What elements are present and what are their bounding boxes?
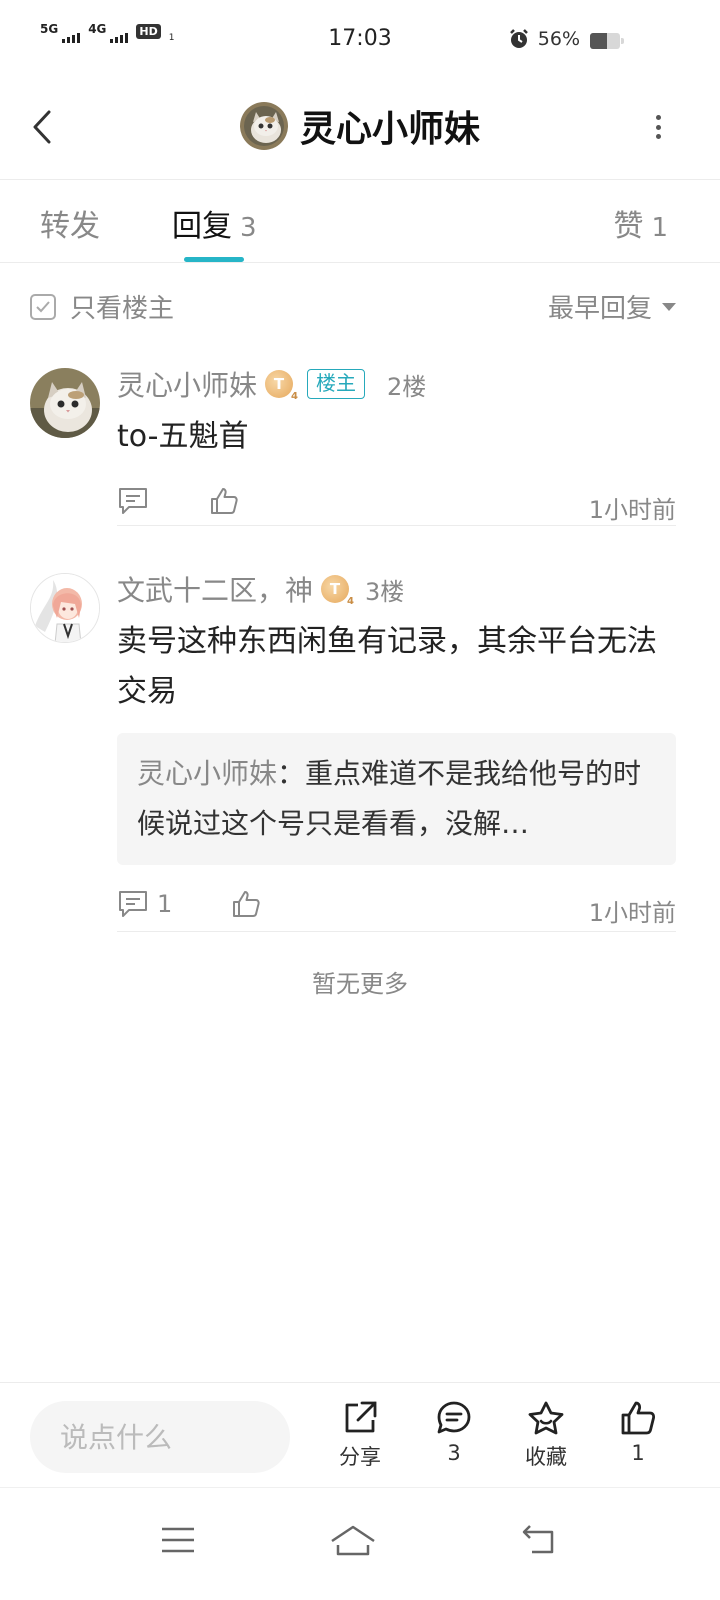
comment-total: 3 (447, 1441, 461, 1465)
like-button[interactable] (231, 889, 261, 919)
share-button[interactable]: 分享 (325, 1399, 395, 1471)
divider (117, 931, 676, 932)
tab-bar: 转发 回复 3 赞1 (0, 181, 720, 263)
page-title: 灵心小师妹 (299, 109, 480, 150)
collect-label: 收藏 (525, 1445, 567, 1469)
home-icon (331, 1525, 375, 1556)
only-op-checkbox[interactable]: 只看楼主 (30, 288, 174, 325)
username[interactable]: 灵心小师妹 (117, 364, 257, 404)
like-total-button[interactable]: 1 (603, 1399, 673, 1465)
share-label: 分享 (339, 1445, 381, 1469)
reply-time: 1小时前 (588, 496, 676, 524)
status-bar: 5G 4G HD 1 17:03 56% (0, 0, 720, 80)
reply-meta: 文武十二区，神 T 4 3楼 (117, 571, 676, 607)
avatar[interactable] (239, 102, 288, 150)
reply-count: 3 (240, 213, 257, 243)
star-icon (528, 1401, 564, 1435)
header-user[interactable]: 灵心小师妹 (0, 100, 720, 152)
like-total: 1 (631, 1441, 645, 1465)
level-badge: T 4 (321, 575, 354, 607)
op-badge: 楼主 (307, 369, 366, 399)
bottom-action-bar: 分享 3 收藏 1 (0, 1382, 720, 1487)
alarm-icon (509, 29, 528, 48)
share-icon (345, 1401, 377, 1433)
comment-icon (119, 488, 147, 514)
comment-icon (437, 1401, 471, 1434)
divider (117, 525, 676, 526)
filter-row: 只看楼主 最早回复 (0, 272, 720, 332)
battery-fill (590, 33, 607, 49)
sort-dropdown[interactable]: 最早回复 (548, 288, 676, 325)
reply-actions: 1 1小时前 (117, 881, 676, 931)
battery-icon (590, 33, 620, 49)
collect-button[interactable]: 收藏 (511, 1399, 581, 1471)
quoted-reply[interactable]: 灵心小师妹：重点难道不是我给他号的时候说过这个号只是看看，没解… (117, 733, 676, 865)
top-header: 灵心小师妹 (0, 80, 720, 180)
floor-number: 3楼 (365, 577, 405, 606)
more-button[interactable] (648, 110, 668, 144)
avatar[interactable] (30, 368, 100, 438)
return-button[interactable] (508, 1510, 568, 1570)
comment-button[interactable]: 1 (117, 889, 172, 919)
caret-down-icon (662, 302, 676, 311)
comment-count-button[interactable]: 3 (419, 1399, 489, 1465)
comment-icon (119, 891, 147, 917)
tab-forward[interactable]: 转发 (40, 201, 100, 245)
level-badge: T 4 (265, 370, 298, 402)
home-button[interactable] (323, 1510, 383, 1570)
thumbs-up-icon (233, 891, 260, 917)
reply-content[interactable]: 卖号这种东西闲鱼有记录，其余平台无法交易 (117, 617, 676, 717)
checkbox-icon (30, 293, 56, 320)
active-tab-indicator (184, 257, 244, 262)
reply-actions: 1小时前 (117, 478, 676, 528)
reply-time: 1小时前 (588, 899, 676, 927)
reply-meta: 灵心小师妹 T 4 楼主 2楼 (117, 366, 676, 402)
comment-input[interactable] (30, 1401, 290, 1473)
sort-label: 最早回复 (547, 294, 652, 324)
tab-reply[interactable]: 回复 3 (172, 201, 257, 245)
status-right: 56% (508, 28, 580, 50)
battery-percent: 56% (537, 28, 580, 50)
reply-body: 灵心小师妹 T 4 楼主 2楼 to-五魁首 1小时前 (117, 366, 676, 528)
menu-icon (162, 1527, 194, 1553)
thumbs-up-icon (621, 1401, 656, 1435)
like-count: 1 (651, 213, 668, 243)
thumbs-up-icon (211, 488, 238, 514)
more-icon (655, 115, 661, 120)
no-more-label: 暂无更多 (312, 970, 408, 998)
comment-count: 1 (157, 890, 173, 918)
comment-button[interactable] (117, 486, 157, 516)
menu-button[interactable] (148, 1510, 208, 1570)
only-op-label: 只看楼主 (70, 294, 175, 324)
return-icon (522, 1525, 554, 1554)
quote-username: 灵心小师妹 (137, 757, 278, 790)
battery-cap (621, 38, 624, 44)
username[interactable]: 文武十二区，神 (117, 569, 313, 609)
floor-number: 2楼 (387, 372, 427, 401)
system-nav-bar (0, 1487, 720, 1600)
reply-body: 文武十二区，神 T 4 3楼 卖号这种东西闲鱼有记录，其余平台无法交易 灵心小师… (117, 571, 676, 931)
reply-content[interactable]: to-五魁首 (117, 412, 676, 462)
avatar[interactable] (30, 573, 100, 643)
tab-like[interactable]: 赞1 (613, 201, 668, 245)
like-button[interactable] (209, 486, 239, 516)
